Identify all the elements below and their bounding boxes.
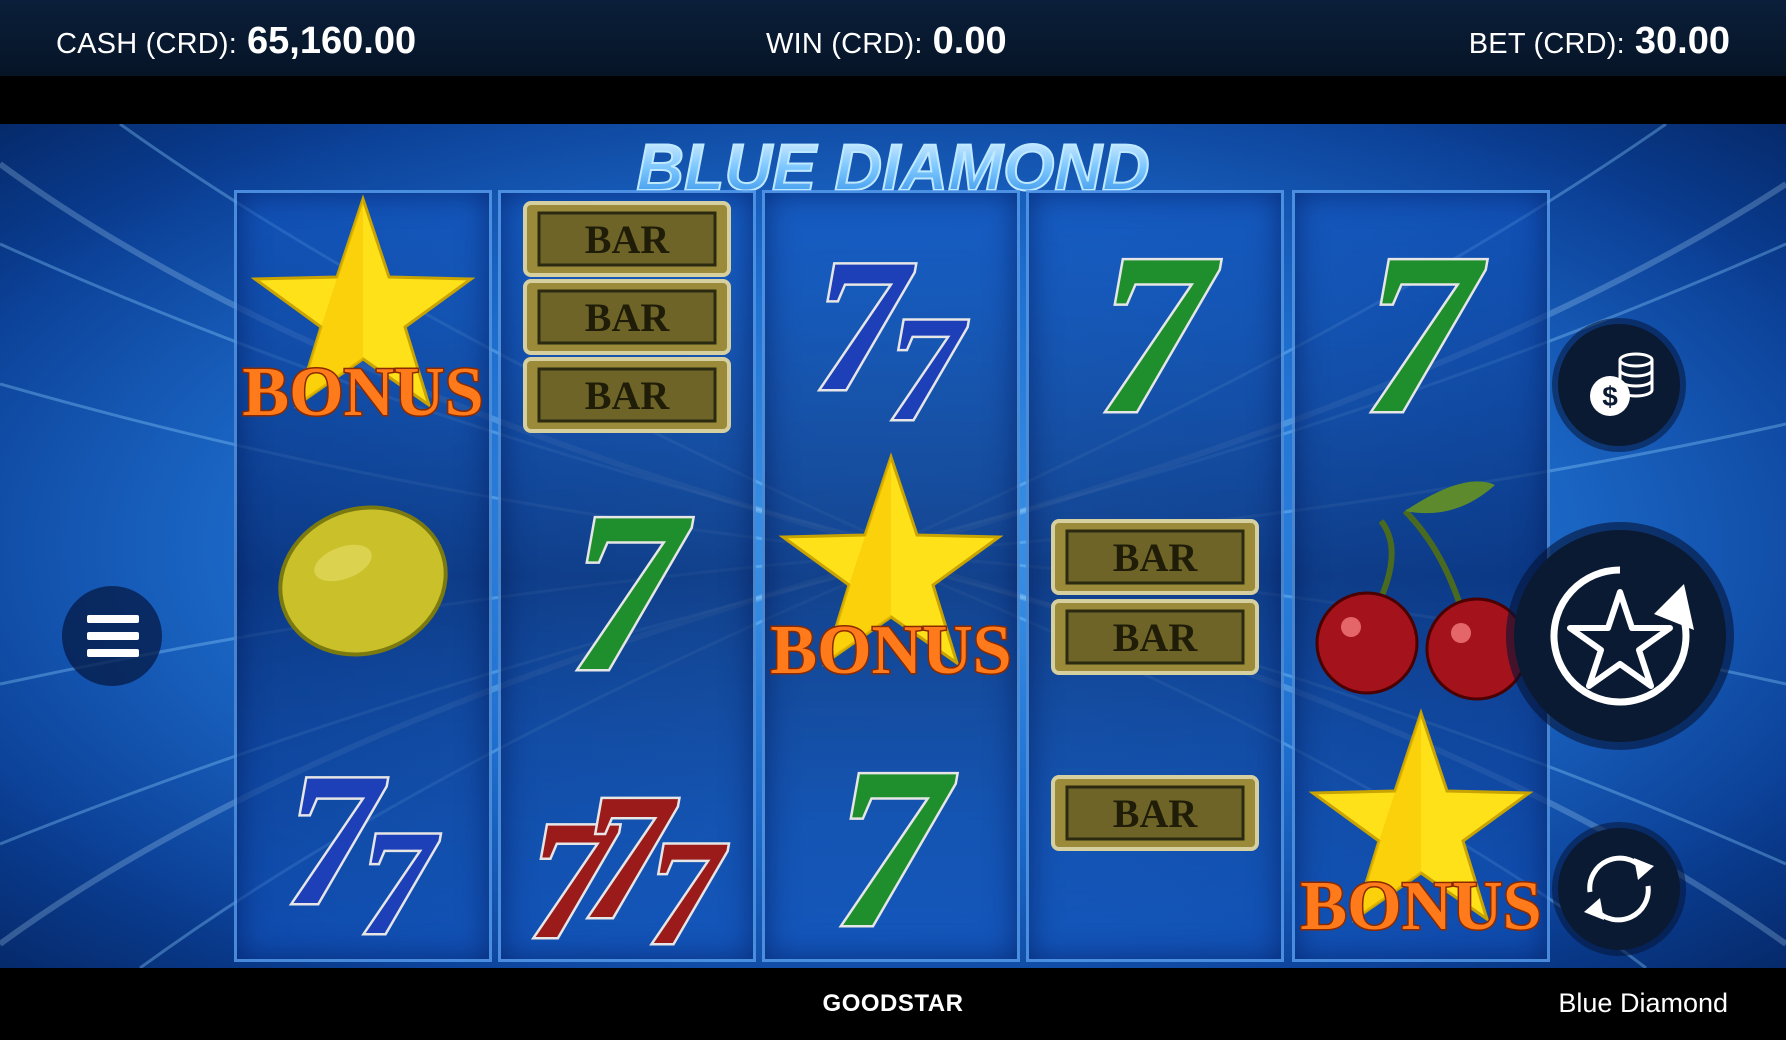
green-seven-symbol: 7	[567, 462, 695, 707]
reel-3: 7 7 BONUS 7	[762, 190, 1020, 962]
reel-symbol-green-seven: 7	[501, 451, 753, 707]
brand-name: GOODSTAR	[822, 990, 964, 1017]
top-info-bar: CASH (CRD): 65,160.00 WIN (CRD): 0.00 BET …	[0, 0, 1786, 76]
reel-2: BAR BAR BAR 7 7 7 7	[498, 190, 756, 962]
red-seven-icon: 7	[648, 810, 728, 962]
reel-symbol-double-blue-seven: 77	[765, 193, 1017, 449]
triple-bar-symbol: BAR BAR BAR	[523, 201, 731, 433]
bonus-text: BONUS	[770, 612, 1011, 689]
star-bonus-symbol: BONUS	[241, 194, 485, 433]
bar-icon: BAR	[1051, 599, 1259, 675]
green-seven-icon: 7	[1364, 206, 1487, 448]
bet-display: BET (CRD): 30.00	[1469, 20, 1730, 63]
green-seven-icon: 7	[834, 720, 957, 962]
blue-seven-icon: 7	[888, 286, 968, 448]
bet-value: 30.00	[1634, 20, 1730, 62]
double-bar-symbol: BAR BAR	[1051, 519, 1259, 675]
reel-symbol-single-bar: BAR	[1029, 707, 1281, 962]
star-bonus-symbol: BONUS	[769, 452, 1013, 691]
game-area: BLUE DIAMOND BONUS 7 7 BAR BAR BAR 7 7 7 7 7 7 BONUS…	[0, 124, 1786, 968]
top-spacer	[0, 76, 1786, 124]
cherry-icon	[1315, 591, 1419, 695]
reel-symbol-triple-red-seven: 777	[501, 707, 753, 963]
coins-dollar-icon: $	[1590, 352, 1654, 416]
autoplay-button[interactable]	[1558, 828, 1680, 950]
game-window: CASH (CRD): 65,160.00 WIN (CRD): 0.00 BET …	[0, 0, 1786, 1040]
triple-red-seven-symbol: 777	[526, 755, 730, 963]
reel-symbol-green-seven: 7	[1029, 193, 1281, 449]
game-name: Blue Diamond	[1558, 988, 1728, 1018]
green-seven-symbol: 7	[1361, 204, 1489, 449]
green-seven-icon: 7	[570, 464, 693, 706]
bar-icon: BAR	[523, 357, 731, 433]
cash-label: CASH (CRD):	[56, 28, 238, 60]
lemon-icon	[278, 505, 448, 657]
reel-symbol-star-bonus: BONUS	[237, 193, 489, 448]
lemon-symbol	[278, 505, 448, 657]
reel-symbol-double-bar: BAR BAR	[1029, 451, 1281, 706]
svg-text:BAR: BAR	[1113, 791, 1199, 836]
green-seven-symbol: 7	[1095, 204, 1223, 449]
autoplay-arrows-icon	[1584, 855, 1654, 923]
double-blue-seven-symbol: 77	[283, 733, 442, 963]
reel-symbol-star-bonus: BONUS	[765, 451, 1017, 706]
win-label: WIN (CRD):	[766, 28, 923, 60]
svg-text:$: $	[1602, 381, 1618, 412]
double-blue-seven-symbol: 77	[811, 219, 970, 449]
menu-button[interactable]	[62, 586, 162, 686]
reel-symbol-lemon	[237, 451, 489, 706]
reel-5: 7 BONUS	[1292, 190, 1550, 962]
reel-4: 7 BAR BAR BAR	[1026, 190, 1284, 962]
reel-symbol-green-seven: 7	[1295, 193, 1547, 449]
win-display: WIN (CRD): 0.00	[766, 20, 1007, 63]
reel-symbol-cherries	[1295, 451, 1547, 706]
cash-value: 65,160.00	[247, 20, 417, 62]
reel-symbol-double-blue-seven: 77	[237, 707, 489, 963]
star-bonus-symbol: BONUS	[1299, 708, 1543, 947]
bottom-bar: GOODSTAR Blue Diamond	[0, 968, 1786, 1040]
bar-icon: BAR	[523, 279, 731, 355]
svg-text:BAR: BAR	[1113, 535, 1199, 580]
reel-symbol-green-seven: 7	[765, 707, 1017, 963]
star-spin-icon	[1550, 566, 1694, 706]
svg-text:BAR: BAR	[585, 373, 671, 418]
bet-coins-button[interactable]: $	[1558, 324, 1680, 446]
bar-icon: BAR	[523, 201, 731, 277]
bet-label: BET (CRD):	[1468, 28, 1625, 60]
svg-text:BAR: BAR	[585, 295, 671, 340]
bonus-text: BONUS	[1300, 868, 1541, 945]
bonus-text: BONUS	[242, 354, 483, 431]
green-seven-icon: 7	[1098, 206, 1221, 448]
cherry-icon	[1425, 597, 1529, 701]
cherries-symbol	[1315, 481, 1529, 701]
bar-icon: BAR	[1051, 519, 1259, 595]
reel-1: BONUS 7 7	[234, 190, 492, 962]
svg-text:BAR: BAR	[585, 217, 671, 262]
cash-display: CASH (CRD): 65,160.00	[56, 20, 416, 63]
reel-symbol-star-bonus: BONUS	[1295, 707, 1547, 962]
single-bar-symbol: BAR	[1051, 775, 1259, 851]
reel-symbol-triple-bar: BAR BAR BAR	[501, 193, 753, 448]
spin-button[interactable]	[1514, 530, 1726, 742]
blue-seven-icon: 7	[360, 800, 440, 962]
win-value: 0.00	[932, 20, 1007, 62]
svg-text:BAR: BAR	[1113, 615, 1199, 660]
bar-icon: BAR	[1051, 775, 1259, 851]
green-seven-symbol: 7	[831, 718, 959, 963]
